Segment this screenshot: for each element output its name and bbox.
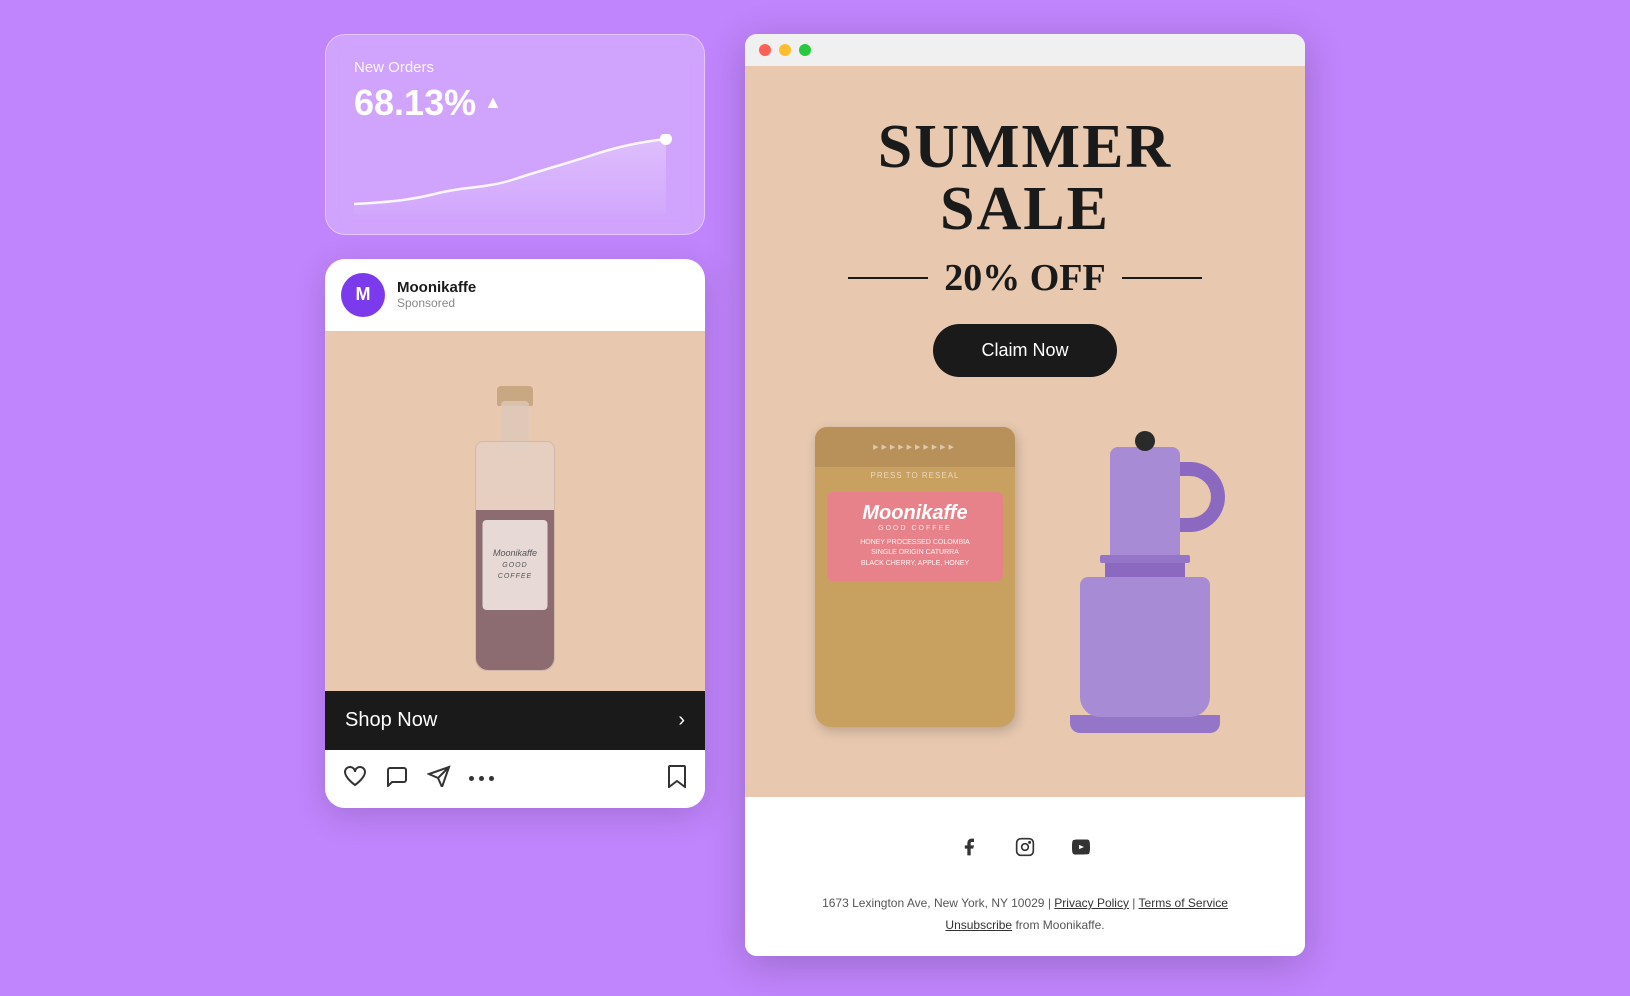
more-dots[interactable] — [469, 776, 494, 781]
social-actions — [325, 750, 705, 808]
moka-bottom — [1080, 577, 1210, 717]
bag-brand-text: Moonikaffe — [837, 502, 993, 525]
chart-area — [354, 134, 676, 214]
username: Moonikaffe — [397, 279, 476, 296]
dot-1 — [469, 776, 474, 781]
instagram-icon[interactable] — [1009, 831, 1041, 863]
left-column: New Orders 68.13% ▲ — [325, 34, 705, 808]
discount-line-left — [848, 277, 928, 279]
unsubscribe-suffix: from Moonikaffe. — [1012, 918, 1104, 932]
avatar-letter: M — [356, 284, 371, 305]
bag-subtitle: GOOD COFFEE — [837, 525, 993, 532]
bag-top-strip: ▶▶▶▶▶▶▶▶▶▶ — [815, 427, 1015, 467]
email-toolbar — [745, 34, 1305, 66]
bottle: Moonikaffe GOOD COFFEE — [465, 391, 565, 671]
email-hero: SUMMER SALE 20% OFF Claim Now — [745, 66, 1305, 407]
social-card-header: M Moonikaffe Sponsored — [325, 259, 705, 331]
bag-description: HONEY PROCESSED COLOMBIA SINGLE ORIGIN C… — [837, 538, 993, 570]
comment-icon[interactable] — [385, 765, 409, 793]
email-footer: 1673 Lexington Ave, New York, NY 10029 |… — [745, 797, 1305, 956]
shop-now-arrow-icon: › — [678, 709, 685, 732]
shop-now-label: Shop Now — [345, 709, 437, 732]
facebook-icon[interactable] — [953, 831, 985, 863]
bookmark-icon[interactable] — [667, 764, 687, 794]
toolbar-dot-maximize[interactable] — [799, 44, 811, 56]
toolbar-dot-close[interactable] — [759, 44, 771, 56]
bottle-body: Moonikaffe GOOD COFFEE — [475, 441, 555, 671]
bag-body: ▶▶▶▶▶▶▶▶▶▶ PRESS TO RESEAL Moonikaffe GO… — [815, 427, 1015, 727]
stats-number: 68.13% — [354, 82, 476, 124]
stats-arrow: ▲ — [484, 92, 502, 113]
dot-2 — [479, 776, 484, 781]
stats-value: 68.13% ▲ — [354, 82, 676, 124]
bottle-label: Moonikaffe GOOD COFFEE — [483, 520, 548, 610]
privacy-link[interactable]: Privacy Policy — [1054, 896, 1129, 910]
product-image: Moonikaffe GOOD COFFEE — [325, 331, 705, 691]
actions-left — [343, 765, 494, 793]
main-container: New Orders 68.13% ▲ — [285, 0, 1345, 996]
social-icons — [775, 817, 1275, 877]
stats-card: New Orders 68.13% ▲ — [325, 34, 705, 235]
shop-now-bar[interactable]: Shop Now › — [325, 691, 705, 750]
discount-line-right — [1122, 277, 1202, 279]
email-content: SUMMER SALE 20% OFF Claim Now ▶▶▶▶▶▶▶▶▶▶ — [745, 66, 1305, 797]
stats-title: New Orders — [354, 59, 676, 76]
bottle-brand-text: Moonikaffe GOOD COFFEE — [489, 548, 542, 582]
social-card: M Moonikaffe Sponsored — [325, 259, 705, 808]
footer-address: 1673 Lexington Ave, New York, NY 10029 |… — [775, 893, 1275, 936]
terms-link[interactable]: Terms of Service — [1139, 896, 1228, 910]
avatar: M — [341, 273, 385, 317]
bag-label: Moonikaffe GOOD COFFEE HONEY PROCESSED C… — [827, 492, 1003, 582]
address-text: 1673 Lexington Ave, New York, NY 10029 — [822, 896, 1044, 910]
moka-pot-illustration — [1055, 447, 1235, 767]
sponsored-label: Sponsored — [397, 296, 476, 310]
moka-top — [1110, 447, 1180, 557]
dot-3 — [489, 776, 494, 781]
discount-row: 20% OFF — [785, 256, 1265, 300]
email-products: ▶▶▶▶▶▶▶▶▶▶ PRESS TO RESEAL Moonikaffe GO… — [745, 407, 1305, 797]
chart-svg — [354, 134, 676, 214]
bottle-illustration: Moonikaffe GOOD COFFEE — [465, 331, 565, 691]
user-info: Moonikaffe Sponsored — [397, 279, 476, 310]
email-card: SUMMER SALE 20% OFF Claim Now ▶▶▶▶▶▶▶▶▶▶ — [745, 34, 1305, 956]
moka-base — [1070, 715, 1220, 733]
discount-text: 20% OFF — [944, 256, 1105, 300]
coffee-bag-illustration: ▶▶▶▶▶▶▶▶▶▶ PRESS TO RESEAL Moonikaffe GO… — [815, 427, 1035, 767]
claim-now-button[interactable]: Claim Now — [933, 324, 1116, 377]
like-icon[interactable] — [343, 765, 367, 793]
youtube-icon[interactable] — [1065, 831, 1097, 863]
share-icon[interactable] — [427, 765, 451, 793]
summer-sale-title: SUMMER SALE — [785, 116, 1265, 240]
moka-handle — [1180, 462, 1225, 532]
unsubscribe-link[interactable]: Unsubscribe — [945, 918, 1012, 932]
toolbar-dot-minimize[interactable] — [779, 44, 791, 56]
